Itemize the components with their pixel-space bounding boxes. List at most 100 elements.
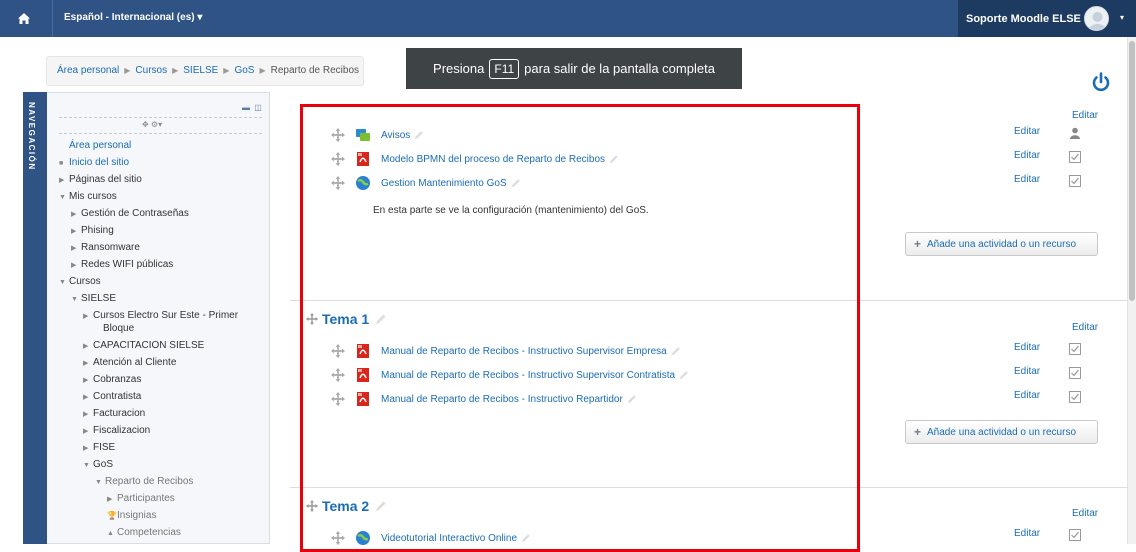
move-icon[interactable] (331, 392, 345, 406)
nav-item[interactable]: ▶ Fiscalizacion (83, 425, 150, 438)
language-menu[interactable]: Español - Internacional (es) ▾ (64, 12, 202, 23)
page-scrollbar[interactable] (1127, 37, 1136, 544)
nav-item[interactable]: ▶ Cursos Electro Sur Este - Primer (83, 310, 238, 323)
nav-item[interactable]: ▶ Atención al Cliente (83, 357, 176, 370)
edit-pencil-icon[interactable] (375, 313, 387, 325)
move-icon[interactable] (331, 128, 345, 142)
dashed-divider (59, 117, 262, 118)
activity-link[interactable]: Gestion Mantenimiento GoS (381, 178, 507, 189)
activity-edit-link[interactable]: Editar (1014, 342, 1040, 353)
completion-checkbox-icon[interactable] (1069, 529, 1081, 541)
edit-pencil-icon[interactable] (609, 154, 619, 164)
section-name[interactable]: Tema 2 (322, 498, 369, 514)
nav-item-label: CAPACITACION SIELSE (93, 340, 205, 351)
edit-pencil-icon[interactable] (521, 533, 531, 543)
breadcrumb-sielse[interactable]: SIELSE (183, 65, 218, 76)
nav-item[interactable]: ▶ Redes WIFI públicas (71, 259, 173, 272)
move-icon[interactable] (331, 176, 345, 190)
add-activity-button[interactable]: + Añade una actividad o un recurso (905, 420, 1098, 444)
activity-edit-link[interactable]: Editar (1014, 528, 1040, 539)
navigation-block-tab[interactable]: NAVEGACIÓN (23, 92, 47, 544)
pdf-icon (357, 344, 369, 358)
nav-item[interactable]: Área personal (59, 140, 131, 152)
completion-checkbox-icon[interactable] (1069, 151, 1081, 163)
section-edit-link[interactable]: Editar (1072, 110, 1098, 121)
section-edit-link[interactable]: Editar (1072, 508, 1098, 519)
nav-item-marker-icon: ▶ (59, 177, 65, 184)
nav-item[interactable]: ■ Inicio del sitio (59, 157, 129, 170)
pdf-icon (357, 368, 369, 382)
activity-link[interactable]: Manual de Reparto de Recibos - Instructi… (381, 346, 667, 357)
activity-edit-link[interactable]: Editar (1014, 174, 1040, 185)
nav-item[interactable]: ▼ Reparto de Recibos (95, 476, 193, 489)
nav-item[interactable]: ▶ Cobranzas (83, 374, 141, 387)
power-icon[interactable] (1090, 71, 1112, 93)
add-activity-button[interactable]: + Añade una actividad o un recurso (905, 232, 1098, 256)
nav-item[interactable]: ▶ Facturacion (83, 408, 145, 421)
avatar[interactable] (1084, 6, 1109, 31)
nav-item-marker-icon: ▶ (107, 496, 113, 503)
breadcrumb-cursos[interactable]: Cursos (135, 65, 167, 76)
nav-item[interactable]: ▼ SIELSE (71, 293, 116, 306)
activity-edit-link[interactable]: Editar (1014, 390, 1040, 401)
nav-item-label: Bloque (103, 323, 135, 334)
activity-link[interactable]: Videotutorial Interactivo Online (381, 533, 517, 544)
nav-item[interactable]: ▶ CAPACITACION SIELSE (83, 340, 204, 353)
add-activity-label: Añade una actividad o un recurso (927, 238, 1077, 250)
nav-item-marker-icon: 🏆 (107, 511, 117, 520)
activity-link[interactable]: Manual de Reparto de Recibos - Instructi… (381, 370, 675, 381)
activity-edit-link[interactable]: Editar (1014, 366, 1040, 377)
completion-checkbox-icon[interactable] (1069, 391, 1081, 403)
breadcrumb-gos[interactable]: GoS (234, 65, 254, 76)
block-dock-controls[interactable]: ▬ ◫ (242, 103, 263, 112)
nav-item[interactable]: ▼ GoS (83, 459, 113, 472)
nav-item[interactable]: ▶ Páginas del sitio (59, 174, 142, 187)
highlight-box (300, 104, 860, 552)
section-divider (290, 487, 1128, 488)
move-icon[interactable] (331, 531, 345, 545)
edit-pencil-icon[interactable] (414, 130, 424, 140)
home-button[interactable] (0, 0, 48, 37)
move-icon[interactable] (306, 500, 318, 512)
move-icon[interactable] (331, 368, 345, 382)
edit-pencil-icon[interactable] (511, 178, 521, 188)
completion-checkbox-icon[interactable] (1069, 175, 1081, 187)
edit-pencil-icon[interactable] (671, 346, 681, 356)
completion-checkbox-icon[interactable] (1069, 367, 1081, 379)
nav-item[interactable]: 🏆Insignias (107, 510, 156, 522)
nav-item[interactable]: ▶ Contratista (83, 391, 141, 404)
nav-item[interactable]: ▶ Phising (71, 225, 114, 238)
nav-item[interactable]: ▶ Ransomware (71, 242, 140, 255)
nav-item-marker-icon: ▶ (71, 245, 77, 252)
nav-item-label: Inicio del sitio (69, 157, 130, 168)
move-icon[interactable] (331, 152, 345, 166)
nav-item[interactable]: ▲ Competencias (107, 527, 181, 540)
activity-link[interactable]: Manual de Reparto de Recibos - Instructi… (381, 394, 623, 405)
user-name[interactable]: Soporte Moodle ELSE (966, 13, 1081, 25)
nav-item[interactable]: ▼ Cursos (59, 276, 101, 289)
activity-edit-link[interactable]: Editar (1014, 126, 1040, 137)
activity-link[interactable]: Avisos (381, 130, 410, 141)
completion-checkbox-icon[interactable] (1069, 343, 1081, 355)
scrollbar-thumb[interactable] (1129, 41, 1135, 301)
nav-item[interactable]: ▶ Gestión de Contraseñas (71, 208, 189, 221)
group-mode-icon[interactable] (1069, 127, 1081, 139)
edit-pencil-icon[interactable] (375, 500, 387, 512)
user-menu[interactable]: Soporte Moodle ELSE ▾ (958, 0, 1136, 37)
section-name[interactable]: Tema 1 (322, 311, 369, 327)
move-icon[interactable] (331, 344, 345, 358)
activity-link[interactable]: Modelo BPMN del proceso de Reparto de Re… (381, 154, 605, 165)
edit-pencil-icon[interactable] (627, 394, 637, 404)
move-icon[interactable] (306, 313, 318, 325)
nav-item[interactable]: ▼ Mis cursos (59, 191, 117, 204)
nav-item[interactable]: ▶ FISE (83, 442, 115, 455)
breadcrumb-home[interactable]: Área personal (57, 65, 119, 76)
nav-item[interactable]: ▶ Participantes (107, 493, 175, 506)
breadcrumb-divider: ▶ (172, 66, 179, 75)
section-edit-link[interactable]: Editar (1072, 322, 1098, 333)
edit-pencil-icon[interactable] (679, 370, 689, 380)
nav-item[interactable]: Bloque (93, 323, 134, 335)
block-move-icon[interactable]: ✥ ⚙▾ (142, 120, 162, 129)
user-caret-icon[interactable]: ▾ (1120, 13, 1124, 22)
activity-edit-link[interactable]: Editar (1014, 150, 1040, 161)
